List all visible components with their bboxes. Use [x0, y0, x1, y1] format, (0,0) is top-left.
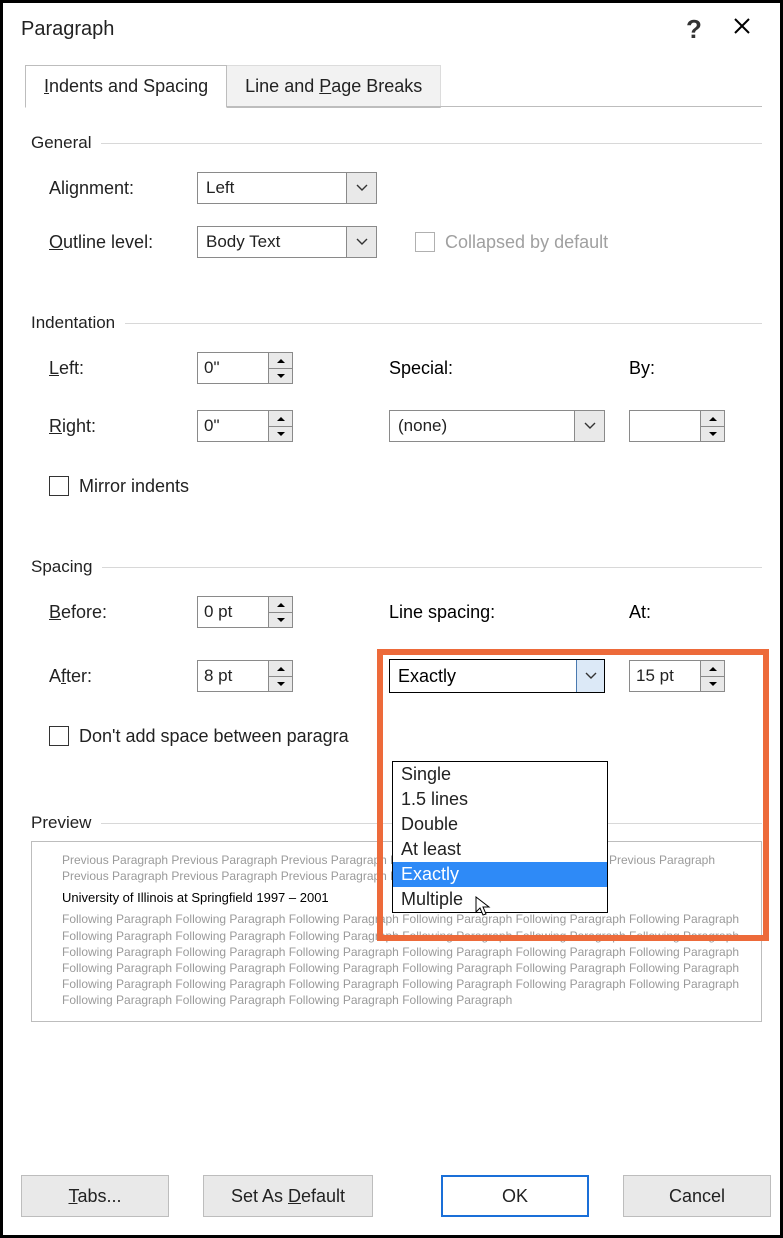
spin-down-icon[interactable]: [269, 426, 292, 441]
spin-up-icon[interactable]: [269, 597, 292, 612]
tab-indents-spacing[interactable]: Indents and Spacing: [25, 65, 227, 108]
spin-up-icon[interactable]: [701, 661, 724, 676]
option-single[interactable]: Single: [393, 762, 607, 787]
collapsed-by-default-label: Collapsed by default: [445, 232, 608, 253]
dialog-footer: Tabs... Set As Default OK Cancel: [3, 1159, 780, 1235]
special-label: Special:: [389, 358, 453, 379]
indent-right-value: 0": [198, 411, 268, 441]
spin-down-icon[interactable]: [701, 426, 724, 441]
ok-button[interactable]: OK: [441, 1175, 589, 1217]
dialog-title: Paragraph: [21, 18, 114, 41]
indent-left-spin[interactable]: 0": [197, 352, 293, 384]
by-spin[interactable]: [629, 410, 725, 442]
line-spacing-label: Line spacing:: [389, 602, 495, 623]
section-spacing-label: Spacing: [31, 557, 92, 577]
chevron-down-icon: [574, 411, 604, 441]
alignment-combo[interactable]: Left: [197, 172, 377, 204]
indent-left-label: Left:: [49, 358, 189, 379]
section-indentation: Indentation: [31, 313, 762, 333]
spin-up-icon[interactable]: [269, 353, 292, 368]
section-preview-label: Preview: [31, 813, 91, 833]
section-general: General: [31, 133, 762, 153]
mirror-indents-label: Mirror indents: [79, 476, 189, 497]
outline-level-combo[interactable]: Body Text: [197, 226, 377, 258]
option-1-5-lines[interactable]: 1.5 lines: [393, 787, 607, 812]
cancel-button[interactable]: Cancel: [623, 1175, 771, 1217]
special-value: (none): [390, 411, 574, 441]
at-spin[interactable]: 15 pt: [629, 660, 725, 692]
chevron-down-icon: [576, 660, 604, 692]
spin-up-icon[interactable]: [269, 411, 292, 426]
option-multiple[interactable]: Multiple: [393, 887, 607, 912]
special-combo[interactable]: (none): [389, 410, 605, 442]
chevron-down-icon: [346, 227, 376, 257]
indent-right-label: Right:: [49, 416, 189, 437]
titlebar: Paragraph ?: [3, 3, 780, 55]
indent-left-value: 0": [198, 353, 268, 383]
spin-down-icon[interactable]: [269, 676, 292, 691]
spin-down-icon[interactable]: [269, 368, 292, 383]
tabs-button[interactable]: Tabs...: [21, 1175, 169, 1217]
outline-level-value: Body Text: [198, 227, 346, 257]
at-label: At:: [629, 602, 651, 623]
spacing-after-value: 8 pt: [198, 661, 268, 691]
section-spacing: Spacing: [31, 557, 762, 577]
help-button[interactable]: ?: [670, 14, 718, 45]
chevron-down-icon: [346, 173, 376, 203]
at-value: 15 pt: [630, 661, 700, 691]
option-at-least[interactable]: At least: [393, 837, 607, 862]
spacing-before-spin[interactable]: 0 pt: [197, 596, 293, 628]
close-button[interactable]: [718, 17, 766, 41]
collapsed-by-default-checkbox: Collapsed by default: [415, 232, 608, 253]
spacing-after-spin[interactable]: 8 pt: [197, 660, 293, 692]
by-value: [630, 411, 700, 441]
spacing-after-label: After:: [49, 666, 189, 687]
preview-following-text: Following Paragraph Following Paragraph …: [44, 911, 749, 1008]
section-indentation-label: Indentation: [31, 313, 115, 333]
outline-level-label: Outline level:: [49, 232, 189, 253]
spin-down-icon[interactable]: [269, 612, 292, 627]
dont-add-space-label: Don't add space between paragra: [79, 726, 349, 747]
option-exactly[interactable]: Exactly: [393, 862, 607, 887]
alignment-value: Left: [198, 173, 346, 203]
tab-line-page-breaks[interactable]: Line and Page Breaks: [226, 65, 441, 108]
spin-up-icon[interactable]: [269, 661, 292, 676]
indent-right-spin[interactable]: 0": [197, 410, 293, 442]
line-spacing-dropdown[interactable]: Single 1.5 lines Double At least Exactly…: [392, 761, 608, 913]
spin-down-icon[interactable]: [701, 676, 724, 691]
spacing-before-label: Before:: [49, 602, 189, 623]
set-as-default-button[interactable]: Set As Default: [203, 1175, 373, 1217]
option-double[interactable]: Double: [393, 812, 607, 837]
mirror-indents-checkbox[interactable]: Mirror indents: [49, 476, 189, 497]
alignment-label: Alignment:: [49, 178, 189, 199]
spin-up-icon[interactable]: [701, 411, 724, 426]
spacing-before-value: 0 pt: [198, 597, 268, 627]
tab-strip: Indents and Spacing Line and Page Breaks: [3, 63, 780, 107]
line-spacing-combo[interactable]: Exactly: [389, 659, 605, 693]
dont-add-space-checkbox[interactable]: Don't add space between paragra: [49, 726, 349, 747]
paragraph-dialog: Paragraph ? Indents and Spacing Line and…: [3, 3, 780, 1235]
section-general-label: General: [31, 133, 91, 153]
close-icon: [733, 17, 751, 35]
by-label: By:: [629, 358, 655, 379]
line-spacing-value: Exactly: [390, 660, 576, 692]
cursor-icon: [475, 896, 493, 922]
